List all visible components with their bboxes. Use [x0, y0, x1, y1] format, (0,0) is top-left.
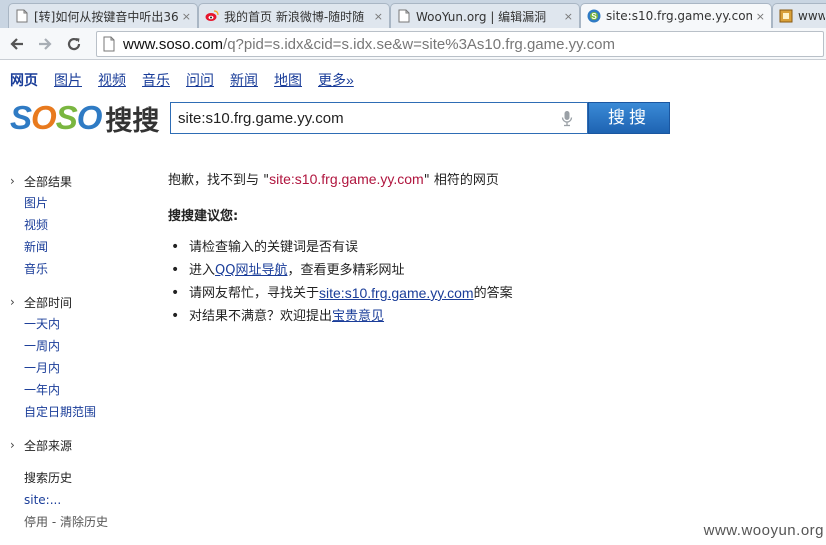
list-item: • 请检查输入的关键词是否有误 [168, 236, 768, 259]
close-icon[interactable]: × [564, 10, 573, 23]
logo-wordmark: SOSO [10, 99, 102, 136]
close-icon[interactable]: × [756, 10, 765, 23]
tab-title: WooYun.org | 编辑漏洞 [416, 9, 547, 24]
filter-all-time[interactable]: › 全部时间 [10, 291, 150, 313]
browser-tab-1[interactable]: [转]如何从按键音中听出36 × [8, 3, 198, 28]
filter-one-day[interactable]: 一天内 [10, 313, 150, 335]
browser-tab-5[interactable]: www [772, 3, 826, 28]
filter-label: 全部来源 [24, 438, 73, 453]
list-item: • 对结果不满意？欢迎提出 宝贵意见 [168, 305, 768, 328]
feedback-link[interactable]: 宝贵意见 [332, 305, 384, 328]
search-input[interactable] [178, 109, 548, 127]
filter-custom-date[interactable]: 自定日期范围 [10, 401, 150, 423]
filter-music[interactable]: 音乐 [10, 258, 150, 280]
tab-title: site:s10.frg.game.yy.com [606, 9, 752, 23]
nav-wenwen[interactable]: 问问 [186, 70, 214, 90]
page-icon [779, 9, 793, 23]
filter-all-sources[interactable]: › 全部来源 [10, 434, 150, 456]
microphone-icon[interactable] [561, 110, 573, 131]
browser-tab-3[interactable]: WooYun.org | 编辑漏洞 × [390, 3, 580, 28]
back-button[interactable] [6, 34, 28, 54]
tab-title: www [798, 9, 825, 23]
logo-cjk: 搜搜 [105, 105, 160, 137]
nav-video[interactable]: 视频 [98, 70, 126, 90]
nav-music[interactable]: 音乐 [142, 70, 170, 90]
no-results-query: site:s10.frg.game.yy.com [269, 171, 424, 187]
browser-toolbar: www.soso.com/q?pid=s.idx&cid=s.idx.se&w=… [0, 28, 826, 60]
filter-one-month[interactable]: 一月内 [10, 357, 150, 379]
filter-video[interactable]: 视频 [10, 214, 150, 236]
address-bar[interactable]: www.soso.com/q?pid=s.idx&cid=s.idx.se&w=… [96, 31, 824, 57]
page-icon [103, 36, 115, 52]
chevron-right-icon: › [10, 174, 15, 188]
ask-answers-link[interactable]: site:s10.frg.game.yy.com [319, 282, 474, 305]
weibo-icon [205, 9, 219, 23]
nav-map[interactable]: 地图 [274, 70, 302, 90]
soso-logo[interactable]: SOSO 搜搜 [10, 98, 159, 138]
filter-all-results[interactable]: › 全部结果 [10, 170, 150, 192]
page-icon [397, 9, 411, 23]
bullet: • [171, 262, 180, 278]
search-history: 搜索历史 site:... 停用 - 清除历史 [10, 467, 150, 533]
browser-tab-2[interactable]: 我的首页 新浪微博-随时随 × [198, 3, 390, 28]
no-results-message: 抱歉，找不到与 "site:s10.frg.game.yy.com" 相符的网页 [168, 171, 499, 188]
list-item: • 进入 QQ网址导航 ，查看更多精彩网址 [168, 259, 768, 282]
browser-tabstrip: [转]如何从按键音中听出36 × 我的首页 新浪微博-随时随 × WooYun.… [0, 0, 826, 28]
history-item[interactable]: site:... [10, 489, 150, 511]
history-heading: 搜索历史 [24, 471, 73, 485]
tab-title: 我的首页 新浪微博-随时随 [224, 9, 365, 24]
suggestions-list: • 请检查输入的关键词是否有误 • 进入 QQ网址导航 ，查看更多精彩网址 • 请… [168, 236, 768, 328]
nav-news[interactable]: 新闻 [230, 70, 258, 90]
nav-web[interactable]: 网页 [10, 70, 38, 90]
close-icon[interactable]: × [374, 10, 383, 23]
chevron-right-icon: › [10, 438, 15, 452]
source-filter-group: › 全部来源 [10, 434, 150, 456]
tab-title: [转]如何从按键音中听出36 [34, 9, 178, 24]
results-area: 抱歉，找不到与 "site:s10.frg.game.yy.com" 相符的网页… [168, 168, 768, 328]
svg-text:S: S [591, 12, 597, 21]
nav-images[interactable]: 图片 [54, 70, 82, 90]
vertical-nav: 网页 图片 视频 音乐 问问 新闻 地图 更多» [10, 70, 370, 90]
search-box [170, 102, 588, 134]
bullet: • [171, 239, 180, 255]
filter-label: 全部结果 [24, 174, 73, 189]
filter-label: 全部时间 [24, 295, 73, 310]
history-actions[interactable]: 停用 - 清除历史 [10, 511, 150, 533]
search-button[interactable]: 搜搜 [588, 102, 670, 134]
forward-button[interactable] [34, 34, 56, 54]
watermark: www.wooyun.org [703, 522, 824, 539]
filter-news[interactable]: 新闻 [10, 236, 150, 258]
chevron-right-icon: › [10, 295, 15, 309]
filter-sidebar: › 全部结果 图片 视频 新闻 音乐 › 全部时间 一天内 一周内 一月内 一年… [10, 170, 150, 544]
bullet: • [171, 308, 180, 324]
filter-one-year[interactable]: 一年内 [10, 379, 150, 401]
qq-nav-link[interactable]: QQ网址导航 [215, 259, 287, 282]
browser-tab-4[interactable]: S site:s10.frg.game.yy.com × [580, 3, 772, 28]
suggestions-heading: 搜搜建议您: [168, 209, 239, 224]
time-filter-group: › 全部时间 一天内 一周内 一月内 一年内 自定日期范围 [10, 291, 150, 423]
soso-icon: S [587, 9, 601, 23]
address-url: www.soso.com/q?pid=s.idx&cid=s.idx.se&w=… [123, 35, 616, 53]
back-arrow-icon [10, 38, 23, 50]
filter-images[interactable]: 图片 [10, 192, 150, 214]
page-icon [15, 9, 29, 23]
close-icon[interactable]: × [182, 10, 191, 23]
reload-button[interactable] [63, 34, 85, 54]
filter-one-week[interactable]: 一周内 [10, 335, 150, 357]
nav-more[interactable]: 更多» [318, 70, 354, 90]
list-item: • 请网友帮忙，寻找关于 site:s10.frg.game.yy.com 的答… [168, 282, 768, 305]
reload-icon [67, 37, 81, 51]
bullet: • [171, 285, 180, 301]
type-filter-group: › 全部结果 图片 视频 新闻 音乐 [10, 170, 150, 280]
search-results-page: 网页 图片 视频 音乐 问问 新闻 地图 更多» SOSO 搜搜 搜搜 › 全部… [0, 60, 826, 545]
forward-arrow-icon [39, 38, 52, 50]
